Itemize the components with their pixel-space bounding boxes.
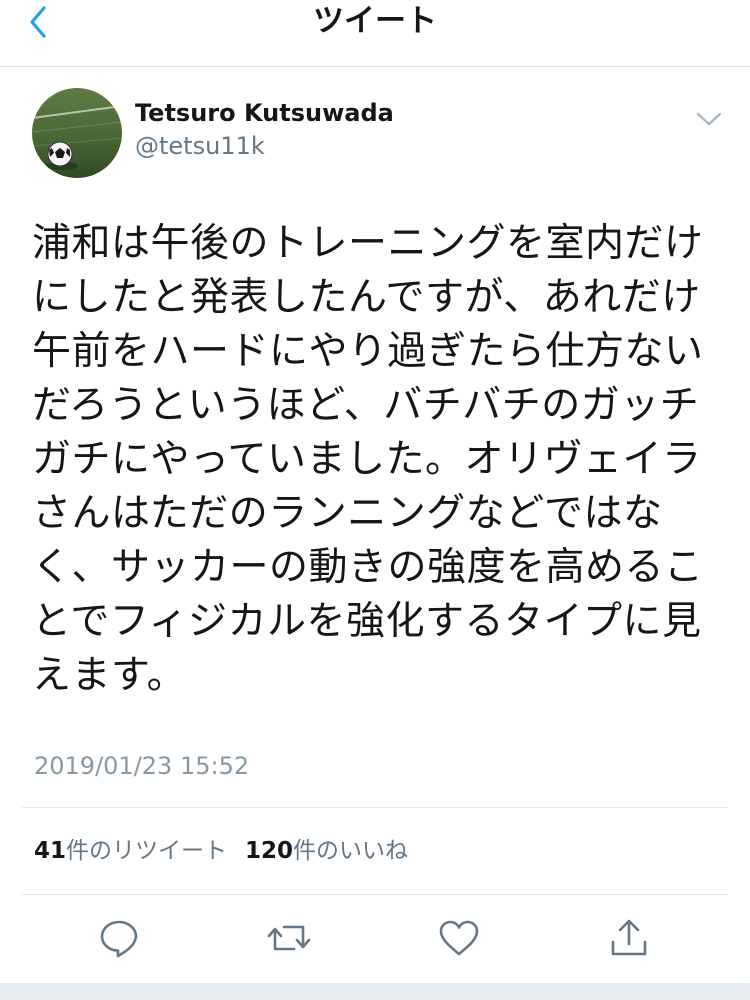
retweet-button[interactable] bbox=[267, 916, 311, 960]
retweet-icon bbox=[267, 925, 311, 951]
heart-icon bbox=[439, 920, 479, 956]
like-count: 120 bbox=[245, 838, 294, 864]
share-button[interactable] bbox=[607, 916, 651, 960]
tweet-menu-button[interactable] bbox=[692, 104, 726, 134]
share-icon bbox=[611, 919, 647, 956]
reply-button[interactable] bbox=[97, 916, 141, 960]
avatar[interactable] bbox=[32, 88, 122, 178]
tweet-stats: 41件のリツイート 120件のいいね bbox=[34, 836, 408, 866]
bottom-separator bbox=[0, 983, 750, 1000]
divider bbox=[22, 807, 728, 808]
user-handle[interactable]: @tetsu11k bbox=[135, 131, 265, 161]
reply-icon bbox=[100, 920, 138, 958]
like-count-link[interactable]: 120件のいいね bbox=[245, 838, 408, 864]
like-button[interactable] bbox=[437, 916, 481, 960]
chevron-down-icon bbox=[696, 112, 722, 126]
retweet-count-label: 件のリツイート bbox=[66, 838, 228, 864]
tweet-detail-screen: ツイート Tetsuro Kutsuwada @tetsu11k 浦和は午後のト… bbox=[0, 0, 750, 1000]
tweet-timestamp: 2019/01/23 15:52 bbox=[34, 752, 250, 780]
divider bbox=[22, 894, 728, 895]
display-name[interactable]: Tetsuro Kutsuwada bbox=[135, 98, 394, 128]
soccer-ball-avatar-image bbox=[32, 88, 122, 178]
navigation-bar: ツイート bbox=[0, 0, 750, 67]
retweet-count-link[interactable]: 41件のリツイート bbox=[34, 838, 227, 864]
retweet-count: 41 bbox=[34, 838, 67, 864]
page-title: ツイート bbox=[313, 3, 437, 39]
like-count-label: 件のいいね bbox=[293, 838, 409, 864]
tweet-text: 浦和は午後のトレーニングを室内だけ にしたと発表したんですが、あれだけ 午前をハ… bbox=[32, 221, 704, 698]
